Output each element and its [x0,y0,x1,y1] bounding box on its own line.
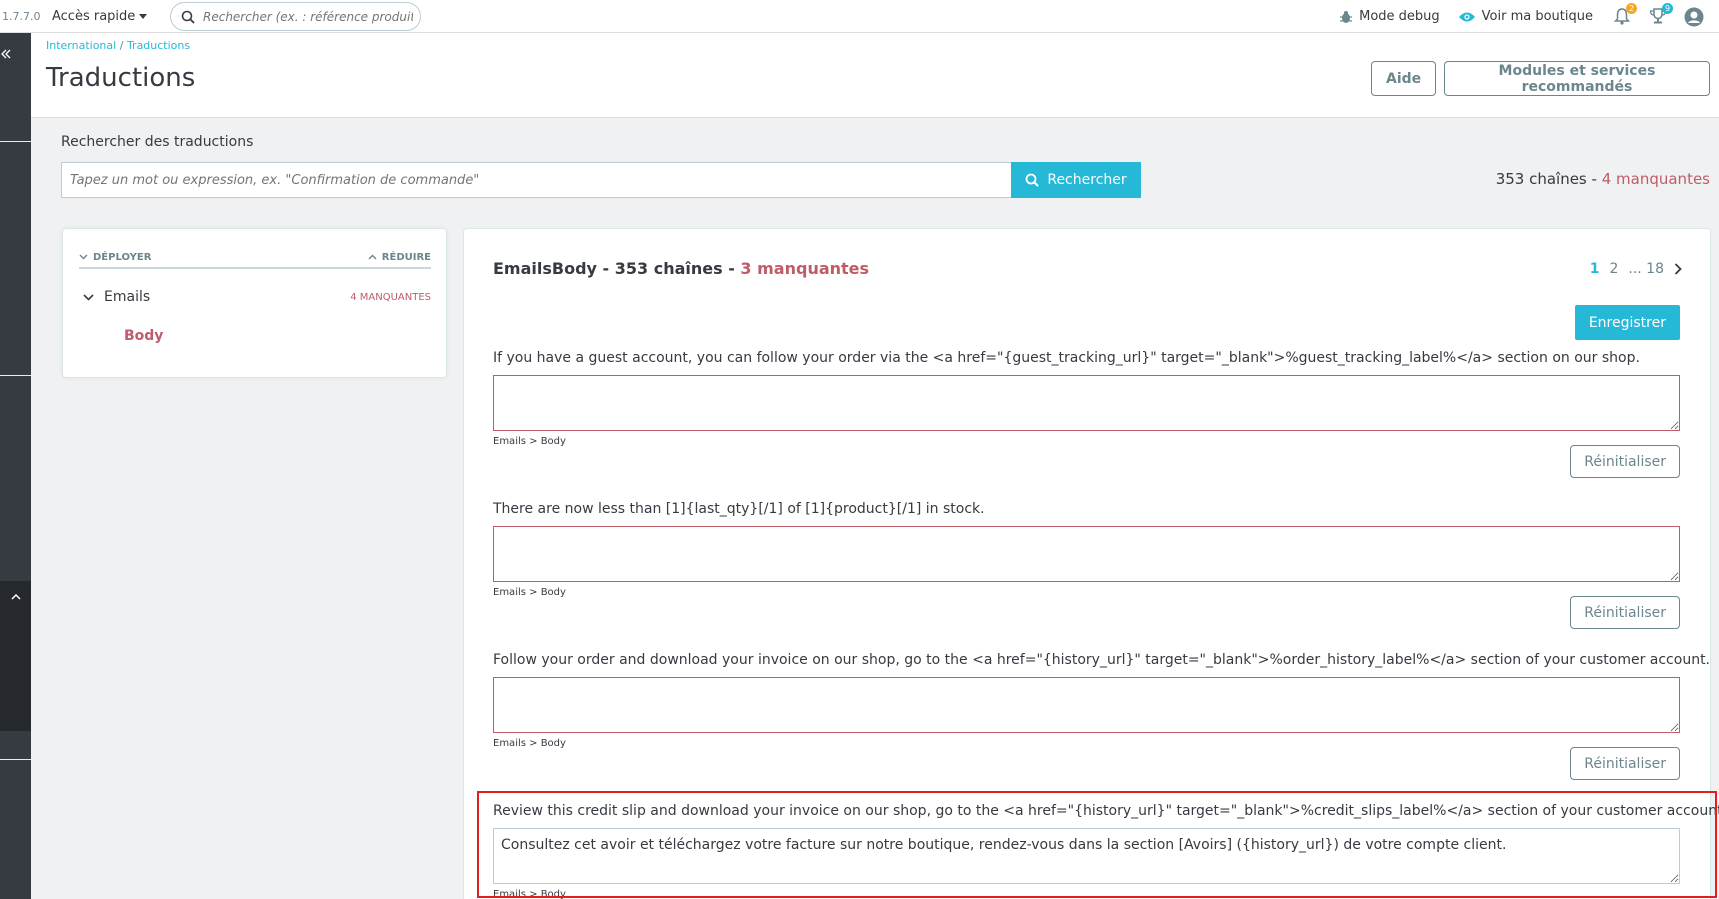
save-button[interactable]: Enregistrer [1574,305,1680,340]
expand-all-label: DÉPLOYER [93,251,152,263]
tree-node-body[interactable]: Body [124,328,163,344]
view-shop-link[interactable]: Voir ma boutique [1458,9,1593,24]
translation-textarea[interactable]: Consultez cet avoir et téléchargez votre… [493,828,1680,884]
reset-button[interactable]: Réinitialiser [1570,747,1680,780]
chevron-up-icon [368,254,377,260]
entry-path: Emails > Body [493,738,566,749]
pagination: 1 2 ... 18 [1590,261,1682,277]
tree-node-label: Emails [104,289,151,305]
domain-tree-panel: DÉPLOYER RÉDUIRE Emails 4 MANQUANTES Bod… [62,228,447,378]
translation-entry: Review this credit slip and download you… [493,803,1719,899]
debug-mode-link[interactable]: Mode debug [1339,9,1440,24]
help-button[interactable]: Aide [1371,61,1437,96]
debug-mode-label: Mode debug [1359,9,1440,24]
header-search-input[interactable] [203,9,413,24]
reset-button[interactable]: Réinitialiser [1570,596,1680,629]
search-translations-input[interactable] [61,162,1012,198]
bug-icon [1340,10,1353,23]
page-link-2[interactable]: 2 [1609,261,1618,277]
trophy-badge: 9 [1662,2,1673,14]
caret-down-icon [139,13,148,19]
translation-textarea[interactable] [493,526,1680,582]
page-title: Traductions [46,63,196,93]
account-button[interactable] [1683,6,1705,28]
notifications-button[interactable]: 2 [1611,2,1637,28]
search-icon [1025,173,1040,187]
page-link-1[interactable]: 1 [1590,261,1600,277]
breadcrumb-international[interactable]: International [46,39,116,52]
sidebar-nav [0,33,31,899]
search-translations-label: Rechercher des traductions [61,134,254,150]
breadcrumb: International / Traductions [46,39,190,52]
totals-summary: 353 chaînes - 4 manquantes [1496,170,1710,188]
domain-missing-count: 3 manquantes [740,259,870,278]
search-icon [181,10,195,24]
header-search[interactable] [170,2,421,31]
expand-all-button[interactable]: DÉPLOYER [79,247,151,267]
source-string: There are now less than [1]{last_qty}[/1… [493,501,985,517]
chevron-down-icon [83,293,94,301]
recommended-modules-button[interactable]: Modules et services recommandés [1444,61,1710,96]
translation-entry: If you have a guest account, you can fol… [493,350,1680,478]
translation-textarea[interactable] [493,375,1680,431]
notifications-badge: 2 [1626,2,1637,14]
collapse-all-label: RÉDUIRE [381,251,431,263]
source-string: If you have a guest account, you can fol… [493,350,1640,366]
totals-missing: 4 manquantes [1601,170,1710,188]
domain-title: EmailsBody - 353 chaînes - 3 manquantes [493,259,869,278]
search-button-label: Rechercher [1047,172,1127,188]
tree-controls: DÉPLOYER RÉDUIRE [79,247,431,269]
sidebar-active-section[interactable] [0,581,31,731]
top-header: 1.7.7.0 Accès rapide Mode debug Voir ma … [0,0,1719,33]
page-header: International / Traductions Traductions … [31,33,1719,118]
page-link-last[interactable]: ... 18 [1628,261,1664,277]
entry-path: Emails > Body [493,436,566,447]
trophy-button[interactable]: 9 [1647,2,1673,28]
totals-strings: 353 chaînes - [1495,170,1597,188]
sidebar-divider [0,141,31,142]
chevron-right-icon[interactable] [1674,263,1682,275]
entry-path: Emails > Body [493,587,566,598]
reset-button[interactable]: Réinitialiser [1570,445,1680,478]
translation-textarea[interactable] [493,677,1680,733]
sidebar-divider [0,375,31,376]
version-label: 1.7.7.0 [2,9,41,23]
sidebar-divider [0,759,31,760]
source-string: Follow your order and download your invo… [493,652,1711,668]
chevron-up-icon [11,593,21,600]
tree-node-emails[interactable]: Emails 4 MANQUANTES [83,289,431,305]
breadcrumb-translations[interactable]: Traductions [127,39,190,52]
search-button[interactable]: Rechercher [1011,162,1141,198]
quick-access-menu[interactable]: Accès rapide [52,8,148,24]
entry-path: Emails > Body [493,889,566,899]
quick-access-label: Accès rapide [52,8,136,24]
eye-icon [1458,12,1475,21]
tree-node-missing-count: 4 MANQUANTES [350,291,431,303]
collapse-all-button[interactable]: RÉDUIRE [368,247,431,267]
breadcrumb-separator: / [119,39,124,52]
translations-panel: EmailsBody - 353 chaînes - 3 manquantes … [463,228,1719,899]
translation-entry: Follow your order and download your invo… [493,652,1711,780]
domain-title-text: EmailsBody - 353 chaînes - [493,259,735,278]
collapse-sidebar-icon[interactable] [0,49,12,59]
user-avatar-icon [1684,7,1704,26]
view-shop-label: Voir ma boutique [1481,9,1593,24]
translation-entry: There are now less than [1]{last_qty}[/1… [493,501,1680,629]
chevron-down-icon [79,254,88,260]
source-string: Review this credit slip and download you… [493,803,1719,819]
